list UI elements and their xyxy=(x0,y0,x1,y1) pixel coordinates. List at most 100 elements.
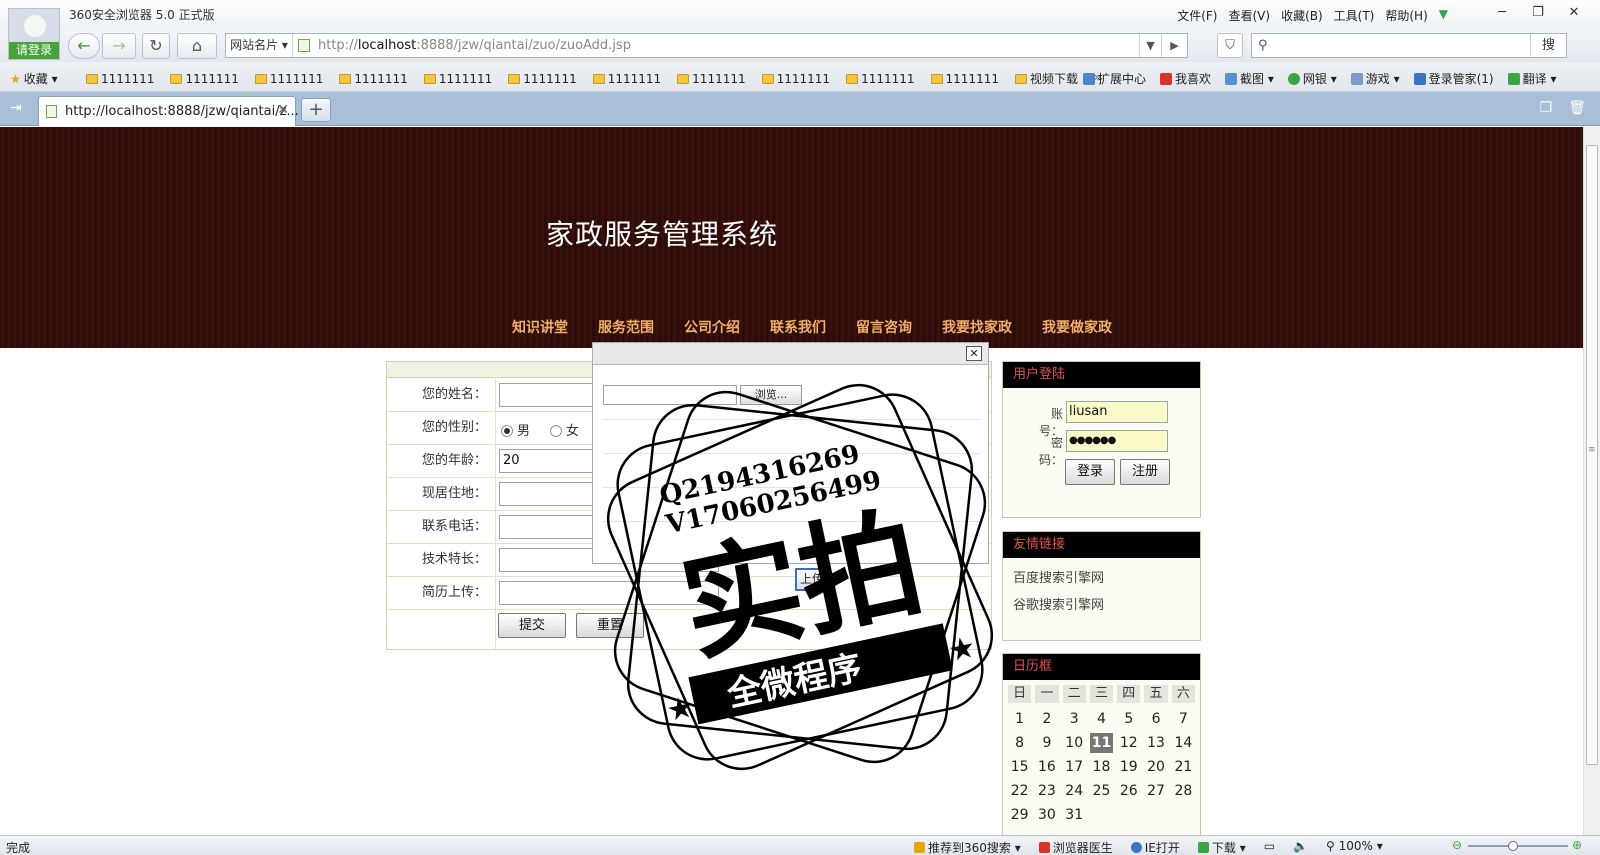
upload-button[interactable]: 上传 xyxy=(795,568,829,591)
address-bar[interactable]: 网站名片 ▾ http://localhost:8888/jzw/qiantai… xyxy=(225,33,1188,58)
calendar-day[interactable]: 18 xyxy=(1088,757,1115,777)
extension-center[interactable]: 扩展中心 xyxy=(1083,70,1146,87)
calendar-day[interactable]: 31 xyxy=(1061,805,1088,825)
bookmark-folder[interactable]: 1111111 xyxy=(592,70,661,87)
zoom-slider-knob[interactable] xyxy=(1508,841,1518,851)
window-icon[interactable]: ▭ xyxy=(1264,839,1275,855)
bookmark-folder[interactable]: 1111111 xyxy=(254,70,323,87)
nav-company[interactable]: 公司介绍 xyxy=(684,317,740,337)
vertical-scrollbar[interactable]: ≡ xyxy=(1583,127,1600,835)
search-bar[interactable]: ⚲ 搜 xyxy=(1251,33,1567,58)
browser-doctor[interactable]: 浏览器医生 xyxy=(1038,839,1113,855)
bookmark-folder[interactable]: 1111111 xyxy=(423,70,492,87)
calendar-day[interactable]: 12 xyxy=(1115,733,1142,753)
login-button[interactable]: 登录 xyxy=(1065,459,1115,485)
calendar-day[interactable]: 17 xyxy=(1061,757,1088,777)
bookmark-folder[interactable]: 1111111 xyxy=(170,70,239,87)
calendar-day[interactable]: 6 xyxy=(1142,709,1169,729)
password-input[interactable]: ●●●●●● xyxy=(1066,430,1168,452)
calendar-day[interactable]: 15 xyxy=(1006,757,1033,777)
calendar-day[interactable]: 22 xyxy=(1006,781,1033,801)
trash-icon[interactable]: 🗑 xyxy=(1568,100,1586,116)
favorites-menu[interactable]: ★ 收藏 ▾ xyxy=(10,70,58,87)
link-google[interactable]: 谷歌搜索引擎网 xyxy=(1003,594,1200,613)
calendar-day[interactable]: 25 xyxy=(1088,781,1115,801)
bookmark-folder[interactable]: 视频下载 xyxy=(1014,70,1078,87)
speaker-icon[interactable]: 🔈 xyxy=(1293,839,1308,855)
bookmark-folder[interactable]: 1111111 xyxy=(677,70,746,87)
submit-button[interactable]: 提交 xyxy=(498,613,566,638)
calendar-day[interactable]: 13 xyxy=(1142,733,1169,753)
zoom-in-icon[interactable]: ⊕ xyxy=(1572,838,1582,852)
account-input[interactable]: liusan xyxy=(1066,401,1168,423)
login-manager[interactable]: 登录管家(1) xyxy=(1413,70,1494,87)
back-button[interactable]: ← xyxy=(68,33,100,59)
calendar-day[interactable]: 1 xyxy=(1006,709,1033,729)
calendar-day[interactable]: 8 xyxy=(1006,733,1033,753)
tab-current[interactable]: http://localhost:8888/jzw/qiantai/z... ✕ xyxy=(38,96,299,126)
restore-tabs-icon[interactable]: ❐ xyxy=(1540,100,1553,116)
gender-male-radio[interactable]: 男 xyxy=(501,420,530,439)
calendar-day[interactable]: 5 xyxy=(1115,709,1142,729)
calendar-day[interactable]: 28 xyxy=(1170,781,1197,801)
home-button[interactable]: ⌂ xyxy=(177,33,217,59)
online-banking[interactable]: 网银 ▾ xyxy=(1287,70,1337,87)
screenshot-tool[interactable]: 截图 ▾ xyxy=(1225,70,1274,87)
my-likes[interactable]: 我喜欢 xyxy=(1160,70,1211,87)
register-button[interactable]: 注册 xyxy=(1120,459,1170,485)
bookmark-folder[interactable]: 1111111 xyxy=(846,70,915,87)
nav-contact[interactable]: 联系我们 xyxy=(770,317,826,337)
security-shield-icon[interactable]: ⛉ xyxy=(1217,33,1243,58)
maximize-button[interactable]: ❐ xyxy=(1520,2,1556,24)
go-icon[interactable]: ▶ xyxy=(1161,34,1187,57)
menu-view[interactable]: 查看(V) xyxy=(1228,7,1270,24)
popup-file-input[interactable] xyxy=(603,385,737,405)
bookmark-folder[interactable]: 1111111 xyxy=(930,70,999,87)
resume-input[interactable] xyxy=(499,581,719,605)
open-in-ie[interactable]: IE打开 xyxy=(1130,839,1180,855)
translate[interactable]: 翻译 ▾ xyxy=(1507,70,1556,87)
calendar-day[interactable]: 24 xyxy=(1061,781,1088,801)
zoom-slider[interactable] xyxy=(1468,841,1568,851)
recommend-360-search[interactable]: 推荐到360搜索 ▾ xyxy=(914,839,1021,855)
nav-be-housekeeper[interactable]: 我要做家政 xyxy=(1042,317,1112,337)
menu-help[interactable]: 帮助(H) xyxy=(1385,7,1427,24)
calendar-day[interactable]: 3 xyxy=(1061,709,1088,729)
calendar-day[interactable]: 23 xyxy=(1033,781,1060,801)
calendar-day[interactable]: 9 xyxy=(1033,733,1060,753)
downloads[interactable]: 下载 ▾ xyxy=(1197,839,1246,855)
calendar-day[interactable]: 29 xyxy=(1006,805,1033,825)
refresh-button[interactable]: ↻ xyxy=(142,33,170,59)
nav-message[interactable]: 留言咨询 xyxy=(856,317,912,337)
browse-button[interactable]: 浏览... xyxy=(740,385,802,405)
zoom-out-icon[interactable]: ⊖ xyxy=(1452,838,1462,852)
search-button[interactable]: 搜 xyxy=(1530,34,1566,57)
calendar-day[interactable]: 27 xyxy=(1142,781,1169,801)
scrollbar-thumb[interactable] xyxy=(1586,145,1598,765)
bookmark-folder[interactable]: 1111111 xyxy=(86,70,154,87)
site-card-dropdown[interactable]: 网站名片 ▾ xyxy=(226,34,293,57)
calendar-day[interactable]: 2 xyxy=(1033,709,1060,729)
calendar-day[interactable]: 10 xyxy=(1061,733,1088,753)
url-text[interactable]: http://localhost:8888/jzw/qiantai/zuo/zu… xyxy=(318,34,631,57)
calendar-day[interactable]: 14 xyxy=(1170,733,1197,753)
sidebar-toggle-icon[interactable]: ⇥ xyxy=(10,100,22,116)
calendar-day[interactable]: 26 xyxy=(1115,781,1142,801)
nav-find-housekeeper[interactable]: 我要找家政 xyxy=(942,317,1012,337)
calendar-day[interactable]: 7 xyxy=(1170,709,1197,729)
popup-close-icon[interactable]: ✕ xyxy=(966,346,982,361)
calendar-day[interactable]: 21 xyxy=(1170,757,1197,777)
link-baidu[interactable]: 百度搜索引擎网 xyxy=(1003,567,1200,586)
games[interactable]: 游戏 ▾ xyxy=(1350,70,1400,87)
calendar-day[interactable]: 4 xyxy=(1088,709,1115,729)
close-tab-icon[interactable]: ✕ xyxy=(277,102,289,118)
bookmark-folder[interactable]: 1111111 xyxy=(508,70,577,87)
zoom-control[interactable]: ⚲ 100% ▾ xyxy=(1326,839,1383,855)
nav-knowledge[interactable]: 知识讲堂 xyxy=(512,317,568,337)
bookmark-folder[interactable]: 1111111 xyxy=(339,70,408,87)
new-tab-button[interactable]: + xyxy=(301,98,331,122)
menu-file[interactable]: 文件(F) xyxy=(1177,7,1217,24)
calendar-day-today[interactable]: 11 xyxy=(1089,733,1114,753)
login-label[interactable]: 请登录 xyxy=(9,42,59,59)
menu-favorites[interactable]: 收藏(B) xyxy=(1281,7,1323,24)
